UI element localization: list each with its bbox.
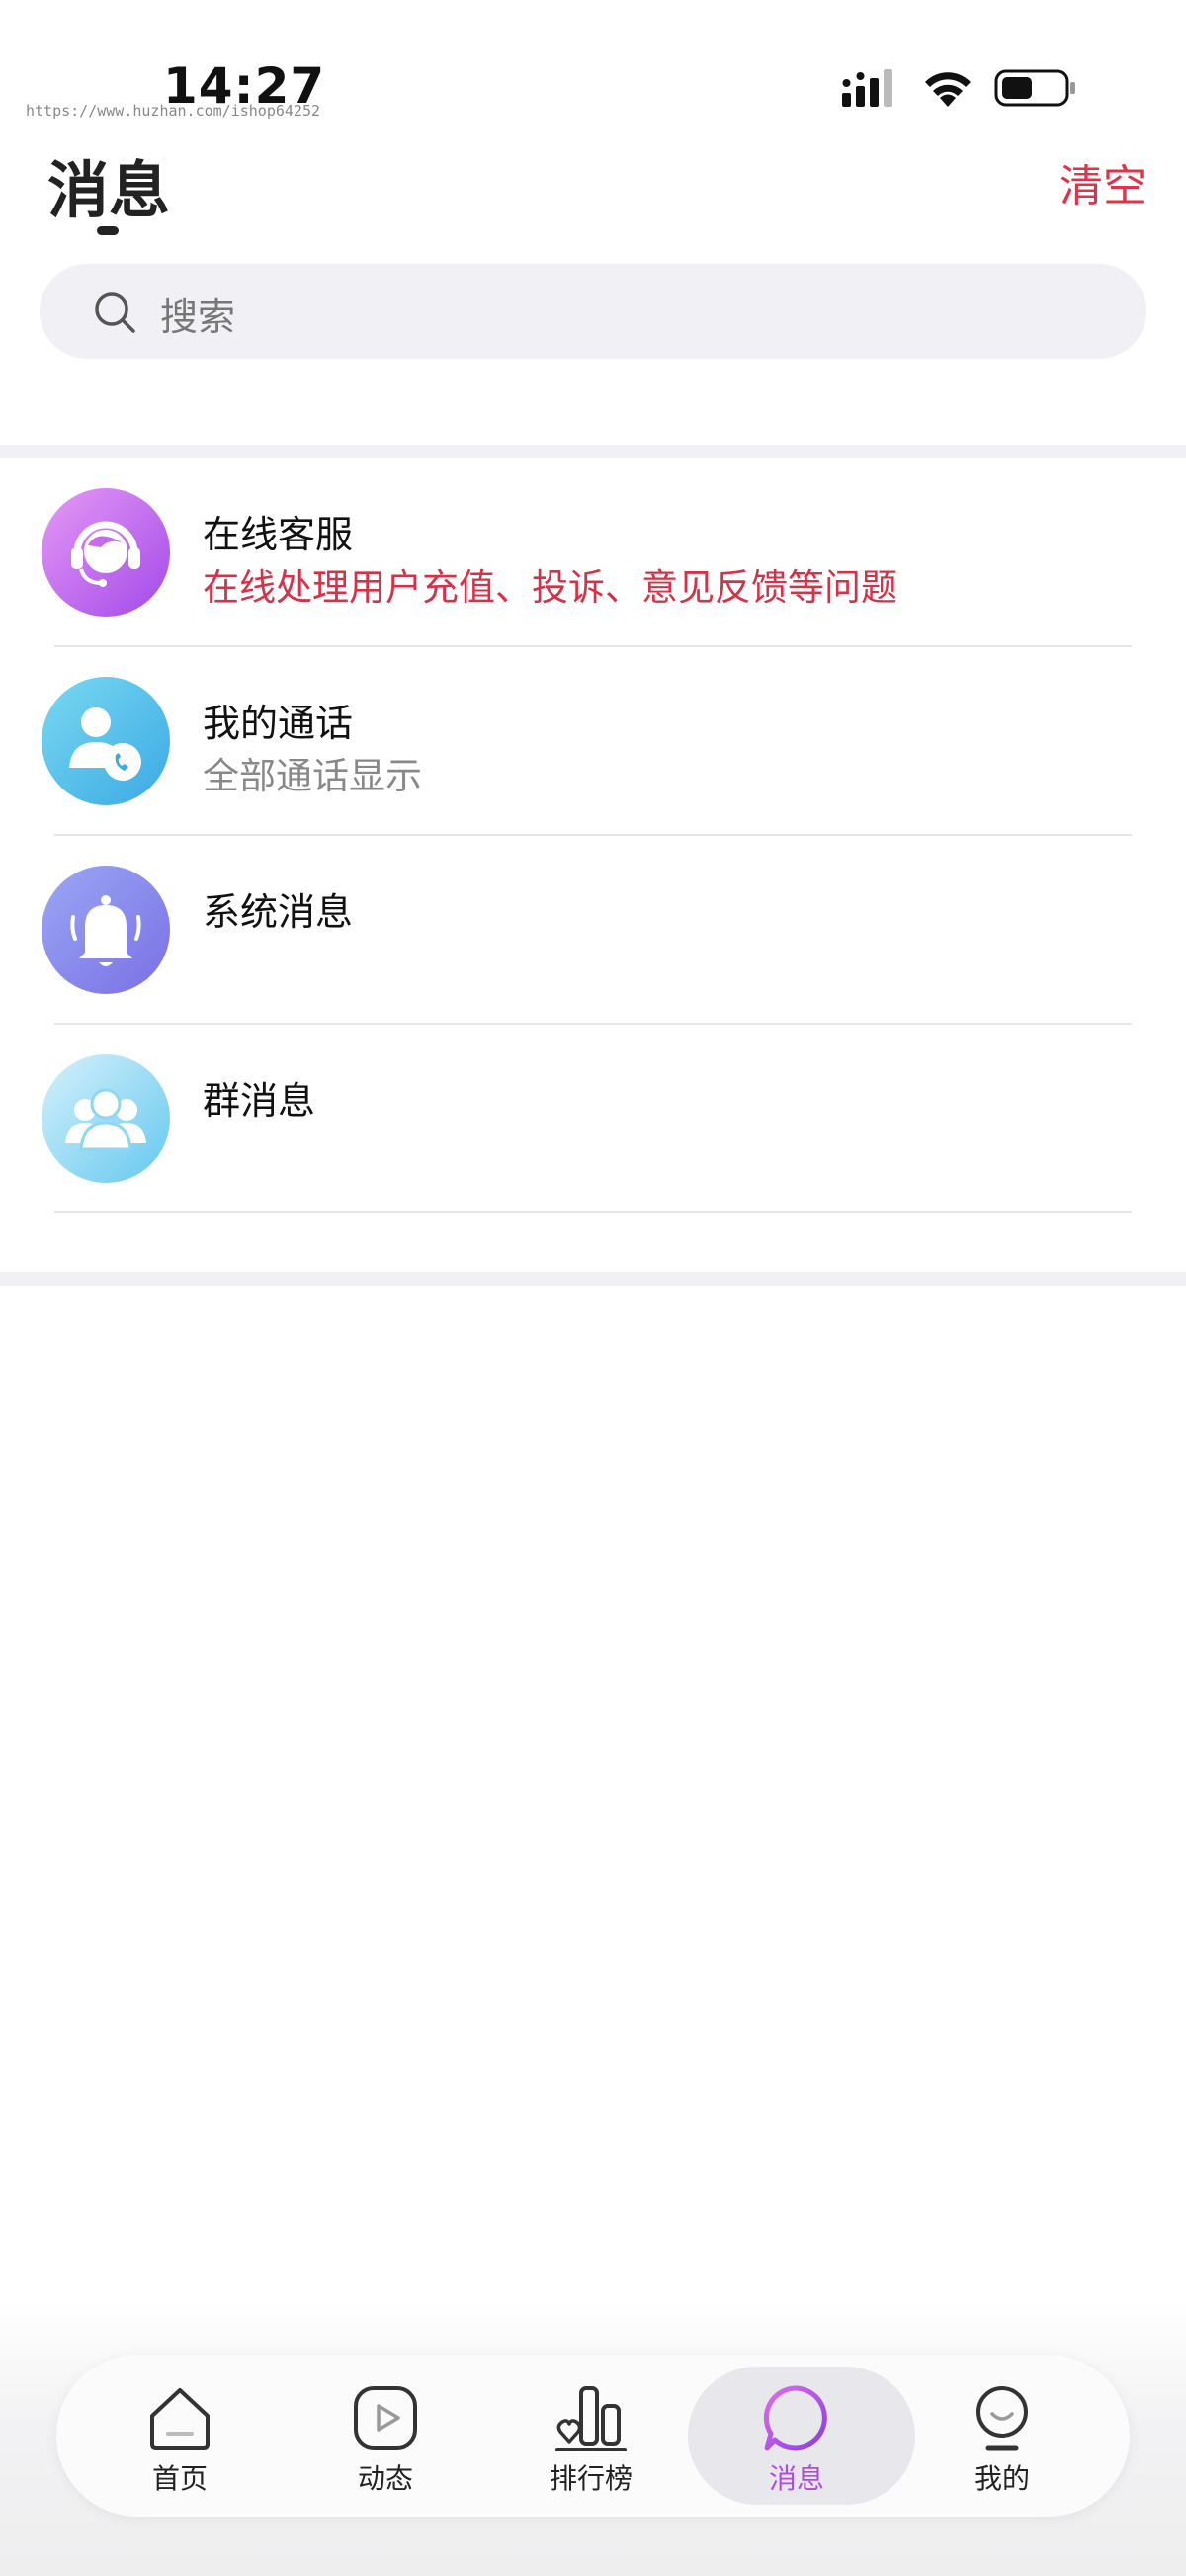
divider <box>54 1211 1132 1213</box>
tab-label: 首页 <box>151 2462 208 2495</box>
status-bar: 14:27 https://www.huzhan.com/ishop64252 <box>0 0 1186 138</box>
section-separator-top <box>0 445 1186 458</box>
item-subtitle: 全部通话显示 <box>203 755 422 797</box>
tab-label: 我的 <box>974 2462 1030 2495</box>
list-item-group-messages[interactable]: 群消息 <box>0 1025 1186 1213</box>
clear-button[interactable]: 清空 <box>1059 150 1146 213</box>
item-title: 在线客服 <box>203 513 354 556</box>
tab-label: 动态 <box>357 2462 413 2495</box>
page-title: 消息 <box>47 154 171 226</box>
tab-ranking[interactable]: 排行榜 <box>492 2355 690 2517</box>
watermark-text: https://www.huzhan.com/ishop64252 <box>26 102 321 120</box>
tab-messages[interactable]: 消息 <box>688 2355 915 2517</box>
tab-label: 排行榜 <box>549 2462 633 2495</box>
tab-feed[interactable]: 动态 <box>287 2355 484 2517</box>
profile-icon <box>976 2386 1028 2451</box>
tab-label: 消息 <box>768 2462 824 2495</box>
search-icon <box>95 292 135 333</box>
tab-bar: 首页 动态 排行榜 消息 我的 <box>56 2355 1130 2517</box>
search-input[interactable]: 搜索 <box>40 264 1146 359</box>
ranking-icon <box>555 2386 627 2451</box>
item-title: 我的通话 <box>203 702 354 745</box>
list-item-system-messages[interactable]: 系统消息 <box>0 836 1186 1025</box>
play-icon <box>354 2386 417 2450</box>
bell-icon <box>42 866 170 994</box>
phone-contact-icon <box>42 677 170 805</box>
cellular-signal-icon <box>842 69 892 107</box>
item-title: 系统消息 <box>203 890 354 934</box>
title-indicator <box>97 226 119 235</box>
tab-profile[interactable]: 我的 <box>903 2355 1101 2517</box>
battery-icon <box>994 69 1075 107</box>
home-icon <box>150 2388 210 2450</box>
item-title: 群消息 <box>203 1079 316 1122</box>
message-icon <box>763 2385 827 2451</box>
section-separator-bottom <box>0 1272 1186 1286</box>
message-list: 在线客服 在线处理用户充值、投诉、意见反馈等问题 我的通话 全部通话显示 系统消… <box>0 458 1186 1213</box>
search-placeholder: 搜索 <box>160 295 236 339</box>
item-subtitle: 在线处理用户充值、投诉、意见反馈等问题 <box>203 566 897 609</box>
headset-icon <box>42 488 170 617</box>
list-item-customer-service[interactable]: 在线客服 在线处理用户充值、投诉、意见反馈等问题 <box>0 458 1186 647</box>
wifi-icon <box>925 72 971 107</box>
list-item-my-calls[interactable]: 我的通话 全部通话显示 <box>0 647 1186 836</box>
group-icon <box>42 1054 170 1183</box>
tab-home[interactable]: 首页 <box>81 2355 279 2517</box>
